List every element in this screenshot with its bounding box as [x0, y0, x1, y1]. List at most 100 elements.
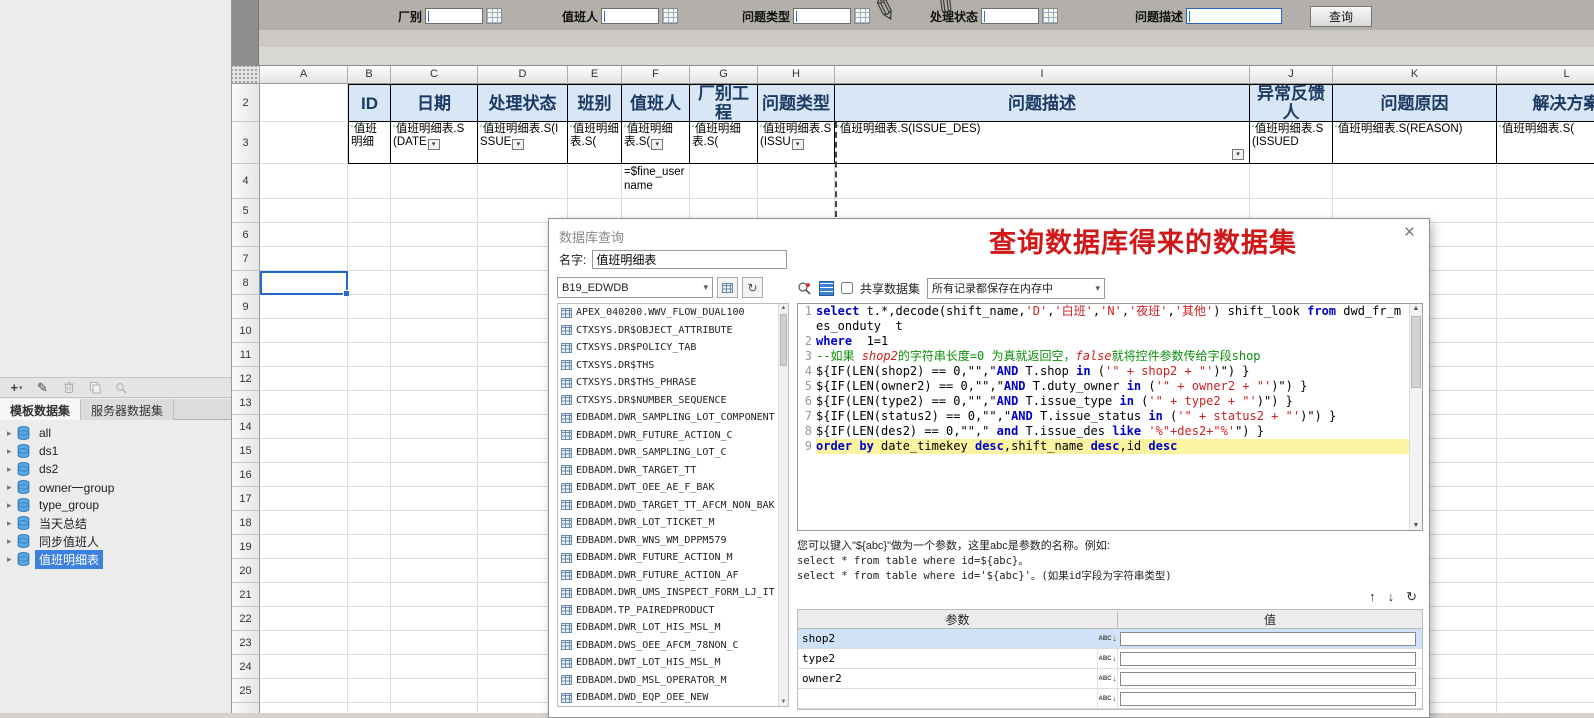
dataset-name-input[interactable] — [592, 250, 787, 269]
edit-dataset-icon[interactable]: ✎ — [35, 380, 50, 395]
cell-L2[interactable]: 解决方案 — [1497, 84, 1594, 122]
expand-arrow-icon[interactable]: ▸ — [7, 518, 17, 529]
row-header-3[interactable]: 3 — [232, 122, 260, 164]
table-list-item[interactable]: EDBADM.DWR_LOT_HIS_MSL_M — [558, 619, 788, 637]
param-input[interactable] — [793, 8, 851, 24]
cell-B15[interactable] — [348, 439, 391, 463]
sql-line-3[interactable]: 3--如果 shop2的字符串长度=0 为真就返回空，false就将控件参数传给… — [798, 349, 1422, 364]
table-list-scrollbar[interactable]: ▲ ▼ — [778, 304, 788, 706]
scroll-down-icon[interactable]: ▼ — [779, 699, 788, 705]
cell-K3[interactable]: 值班明细表.S(REASON) — [1333, 122, 1497, 164]
cell-B12[interactable] — [348, 367, 391, 391]
scroll-thumb[interactable] — [1411, 316, 1421, 388]
move-down-icon[interactable]: ↓ — [1388, 589, 1395, 605]
expand-arrow-icon[interactable]: ▸ — [7, 446, 17, 457]
cell-J3[interactable]: 值班明细表.S(ISSUED — [1250, 122, 1333, 164]
select-all-corner[interactable] — [232, 66, 260, 84]
cell-L22[interactable] — [1497, 607, 1594, 631]
cell-L11[interactable] — [1497, 343, 1594, 367]
cell-A6[interactable] — [260, 223, 348, 247]
memory-mode-select[interactable]: 所有记录都保存在内存中 ▾ — [927, 278, 1105, 299]
param-input[interactable] — [981, 8, 1039, 24]
row-header-5[interactable]: 5 — [232, 199, 260, 223]
expand-arrow-icon[interactable]: ▸ — [7, 500, 17, 511]
cell-C2[interactable]: 日期 — [391, 84, 478, 122]
cell-E2[interactable]: 班别 — [568, 84, 622, 122]
param-value-cell[interactable] — [1118, 669, 1422, 688]
sql-line-4[interactable]: 4${IF(LEN(shop2) == 0,"","AND T.shop in … — [798, 364, 1422, 379]
cell-L4[interactable] — [1497, 164, 1594, 199]
param-input[interactable] — [425, 8, 483, 24]
cell-A[interactable] — [260, 703, 348, 713]
cell-B23[interactable] — [348, 631, 391, 655]
param-input[interactable] — [1186, 8, 1282, 24]
cell-A4[interactable] — [260, 164, 348, 199]
table-list-item[interactable]: EDBADM.DWD_MSL_OPERATOR_M — [558, 672, 788, 690]
row-header-16[interactable]: 16 — [232, 463, 260, 487]
scroll-down-icon[interactable]: ▼ — [1410, 522, 1422, 529]
cell-C22[interactable] — [391, 607, 478, 631]
col-header-L[interactable]: L — [1497, 66, 1594, 84]
preview-dataset-icon[interactable] — [113, 380, 128, 395]
cell-C7[interactable] — [391, 247, 478, 271]
param-row[interactable]: owner2ABC↓ — [798, 669, 1422, 689]
cell-A21[interactable] — [260, 583, 348, 607]
table-list-item[interactable]: EDBADM.TP_PAIREDPRODUCT — [558, 602, 788, 620]
cell-C18[interactable] — [391, 511, 478, 535]
move-up-icon[interactable]: ↑ — [1369, 589, 1376, 605]
cell-C10[interactable] — [391, 319, 478, 343]
table-list-item[interactable]: CTXSYS.DR$NUMBER_SEQUENCE — [558, 392, 788, 410]
row-header-14[interactable]: 14 — [232, 415, 260, 439]
table-list-item[interactable]: EDBADM.DWR_LOT_TICKET_M — [558, 514, 788, 532]
cell-C19[interactable] — [391, 535, 478, 559]
database-select[interactable]: B19_EDWDB ▾ — [557, 277, 713, 298]
table-list-item[interactable]: EDBADM.DWR_FUTURE_ACTION_C — [558, 427, 788, 445]
sql-editor[interactable]: 1select t.*,decode(shift_name,'D','白班','… — [797, 303, 1423, 531]
cell-A12[interactable] — [260, 367, 348, 391]
table-list[interactable]: APEX_040200.WWV_FLOW_DUAL100CTXSYS.DR$OB… — [557, 303, 789, 707]
cell-E3[interactable]: 值班明细表.S( — [568, 122, 622, 164]
param-row[interactable]: shop2ABC↓ — [798, 629, 1422, 649]
dataset-item[interactable]: ▸同步值班人 — [0, 532, 231, 550]
cell-A14[interactable] — [260, 415, 348, 439]
cell-A15[interactable] — [260, 439, 348, 463]
tab-服务器数据集[interactable]: 服务器数据集 — [81, 399, 174, 420]
table-list-item[interactable]: EDBADM.DWT_OEE_AE_F_BAK — [558, 479, 788, 497]
dataset-item[interactable]: ▸ds1 — [0, 442, 231, 460]
row-header-2[interactable]: 2 — [232, 84, 260, 122]
col-header-D[interactable]: D — [478, 66, 568, 84]
cell-B7[interactable] — [348, 247, 391, 271]
cell-G4[interactable] — [690, 164, 758, 199]
cell-B21[interactable] — [348, 583, 391, 607]
cell-D4[interactable] — [478, 164, 568, 199]
cell-A18[interactable] — [260, 511, 348, 535]
cell-C12[interactable] — [391, 367, 478, 391]
cell-I4[interactable] — [835, 164, 1250, 199]
cell-B3[interactable]: 值班明细 — [348, 122, 391, 164]
table-list-item[interactable]: CTXSYS.DR$THS_PHRASE — [558, 374, 788, 392]
cell-L6[interactable] — [1497, 223, 1594, 247]
cell-A25[interactable] — [260, 679, 348, 703]
row-header-9[interactable]: 9 — [232, 295, 260, 319]
cell-C25[interactable] — [391, 679, 478, 703]
param-row[interactable]: ABC↓ — [798, 689, 1422, 709]
col-header-A[interactable]: A — [260, 66, 348, 84]
sql-line-6[interactable]: 6${IF(LEN(type2) == 0,"","AND T.issue_ty… — [798, 394, 1422, 409]
param-value-cell[interactable] — [1118, 649, 1422, 668]
param-row[interactable]: type2ABC↓ — [798, 649, 1422, 669]
sql-line-5[interactable]: 5${IF(LEN(owner2) == 0,"","AND T.duty_ow… — [798, 379, 1422, 394]
cell-A11[interactable] — [260, 343, 348, 367]
col-header-E[interactable]: E — [568, 66, 622, 84]
col-header-J[interactable]: J — [1250, 66, 1333, 84]
cell-J4[interactable] — [1250, 164, 1333, 199]
table-list-item[interactable]: EDBADM.DWR_WNS_WM_DPPM579 — [558, 532, 788, 550]
cell-E4[interactable] — [568, 164, 622, 199]
cell-A8[interactable] — [260, 271, 348, 295]
refresh-params-icon[interactable]: ↻ — [1406, 589, 1417, 605]
add-dataset-icon[interactable]: +▾ — [9, 380, 24, 395]
cell-A3[interactable] — [260, 122, 348, 164]
sql-line-9[interactable]: 9order by date_timekey desc,shift_name d… — [798, 439, 1422, 454]
cell-B4[interactable] — [348, 164, 391, 199]
cell-H2[interactable]: 问题类型 — [758, 84, 835, 122]
dataset-item[interactable]: ▸owner一group — [0, 478, 231, 496]
